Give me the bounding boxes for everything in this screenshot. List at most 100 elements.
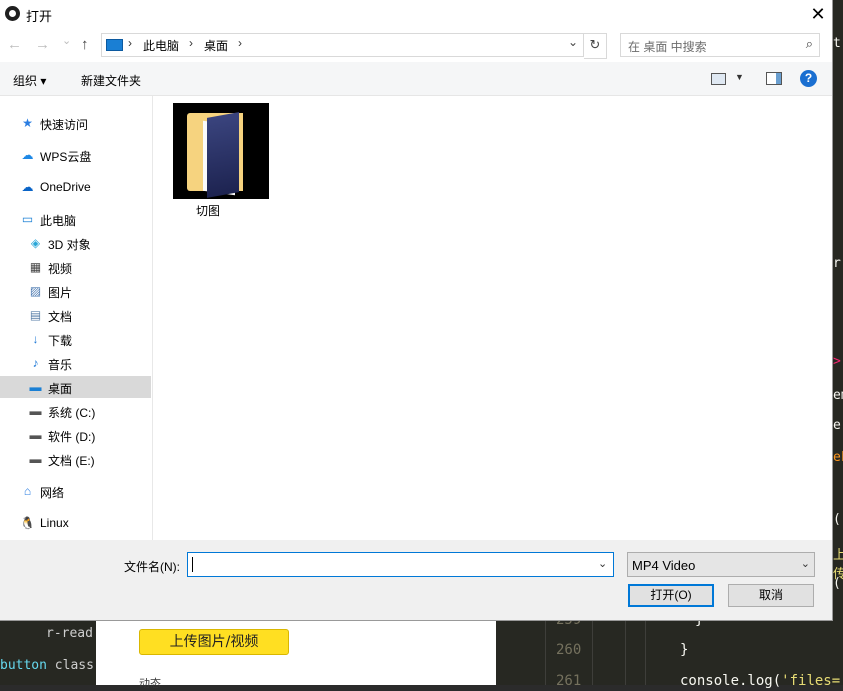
code-fragment: t. (833, 36, 843, 51)
folder-door-graphic (207, 112, 239, 198)
code-fragment: > (833, 354, 841, 369)
breadcrumb-desktop[interactable]: 桌面 (204, 37, 228, 54)
chevron-down-icon[interactable]: ▼ (735, 72, 744, 82)
organize-button[interactable]: 组织 ▾ (13, 72, 46, 89)
sidebar-item-label: OneDrive (40, 180, 91, 194)
sidebar-item-drive-d[interactable]: ▬ 软件 (D:) (0, 424, 151, 446)
preview-pane-icon[interactable] (766, 72, 782, 85)
address-bar[interactable]: › 此电脑 › 桌面 › ⌄ (101, 33, 584, 57)
search-icon[interactable]: ⌕ (806, 36, 813, 52)
sidebar-item-label: 软件 (D:) (48, 430, 96, 444)
breadcrumb-this-pc[interactable]: 此电脑 (143, 37, 179, 54)
text-caret (192, 557, 193, 572)
sidebar-item-music[interactable]: ♪ 音乐 (0, 352, 151, 374)
sidebar-item-network[interactable]: ⌂ 网络 (0, 480, 151, 502)
pictures-icon: ▨ (29, 284, 42, 298)
code-line: } (680, 642, 689, 658)
folder-thumbnail[interactable] (173, 103, 269, 199)
close-button[interactable]: ✕ (808, 4, 828, 24)
quick-access-icon: ★ (22, 116, 33, 130)
code-line: button class (0, 658, 94, 673)
code-fragment: ( (833, 576, 841, 591)
sidebar-item-label: 文档 (E:) (48, 454, 95, 468)
sidebar-item-drive-e[interactable]: ▬ 文档 (E:) (0, 448, 151, 470)
dialog-title: 打开 (26, 9, 53, 24)
file-type-value: MP4 Video (632, 558, 696, 573)
file-name-label[interactable]: 切图 (196, 202, 220, 219)
sidebar-item-label: 视频 (48, 262, 73, 276)
sidebar-item-quick-access[interactable]: ★ 快速访问 (0, 112, 151, 134)
wps-cloud-icon: ☁ (21, 148, 34, 162)
cancel-button[interactable]: 取消 (728, 584, 814, 607)
sidebar-item-label: 3D 对象 (48, 238, 91, 252)
3d-objects-icon: ◈ (30, 236, 41, 250)
sidebar-item-this-pc[interactable]: ▭ 此电脑 (0, 208, 151, 230)
drive-d-icon: ▬ (29, 428, 42, 442)
linux-icon: 🐧 (20, 516, 35, 530)
sidebar-item-label: 音乐 (48, 358, 73, 372)
chevron-down-icon[interactable]: ⌄ (598, 557, 607, 570)
sidebar-item-documents[interactable]: ▤ 文档 (0, 304, 151, 326)
this-pc-icon: ▭ (21, 212, 34, 226)
upload-media-button[interactable]: 上传图片/视频 (139, 629, 289, 655)
sidebar-item-pictures[interactable]: ▨ 图片 (0, 280, 151, 302)
back-arrow-icon[interactable]: ← (7, 36, 22, 53)
search-input[interactable]: 在 桌面 中搜索 ⌕ (620, 33, 820, 57)
sidebar-item-videos[interactable]: ▦ 视频 (0, 256, 151, 278)
dialog-titlebar: 打开 ✕ (0, 0, 832, 28)
sidebar-item-desktop[interactable]: ▬ 桌面 (0, 376, 151, 398)
sidebar-item-onedrive[interactable]: ☁ OneDrive (0, 176, 151, 198)
change-view-icon[interactable] (711, 73, 726, 85)
new-folder-button[interactable]: 新建文件夹 (81, 72, 141, 89)
code-call: console.log( (680, 673, 782, 689)
indent-guide (645, 620, 646, 685)
recent-locations-icon[interactable]: ⌄ (62, 34, 71, 47)
music-icon: ♪ (32, 356, 39, 370)
sidebar-item-wps-cloud[interactable]: ☁ WPS云盘 (0, 144, 151, 166)
breadcrumb-separator[interactable]: › (128, 36, 132, 50)
sidebar-item-label: 文档 (48, 310, 73, 324)
downloads-icon: ↓ (32, 332, 39, 346)
chevron-down-icon[interactable]: ⌄ (568, 35, 578, 49)
code-attr: class (46, 658, 94, 673)
forward-arrow-icon[interactable]: → (35, 36, 50, 53)
documents-icon: ▤ (29, 308, 42, 322)
search-placeholder: 在 桌面 中搜索 (628, 40, 707, 54)
line-number: 261 (556, 673, 582, 689)
indent-guide (625, 620, 626, 685)
breadcrumb-separator[interactable]: › (238, 36, 242, 50)
code-fragment: e (833, 418, 841, 433)
sidebar-item-label: 网络 (40, 486, 65, 500)
sidebar-item-label: 系统 (C:) (48, 406, 96, 420)
file-type-select[interactable]: MP4 Video ⌄ (627, 552, 815, 577)
command-toolbar: 组织 ▾ 新建文件夹 ▼ ? (0, 62, 832, 96)
sidebar-item-drive-c[interactable]: ▬ 系统 (C:) (0, 400, 151, 422)
filename-field[interactable] (187, 552, 614, 577)
filename-label: 文件名(N): (124, 560, 180, 574)
sidebar-item-linux[interactable]: 🐧 Linux (0, 512, 151, 534)
drive-e-icon: ▬ (29, 452, 42, 466)
open-button[interactable]: 打开(O) (628, 584, 714, 607)
code-fragment: r. (833, 256, 843, 271)
code-line: console.log('files= (680, 673, 840, 689)
editor-left-code: r-read button class (0, 620, 96, 685)
up-arrow-icon[interactable]: ↑ (81, 36, 89, 53)
sidebar-item-label: 此电脑 (40, 214, 77, 228)
code-fragment: ( (833, 512, 841, 527)
sidebar-item-label: WPS云盘 (40, 150, 92, 164)
sidebar-item-label: 桌面 (48, 382, 73, 396)
videos-icon: ▦ (29, 260, 42, 274)
sidebar-item-downloads[interactable]: ↓ 下载 (0, 328, 151, 350)
help-icon[interactable]: ? (800, 70, 817, 87)
onedrive-icon: ☁ (21, 180, 34, 194)
sidebar-item-label: Linux (40, 516, 69, 530)
refresh-button[interactable]: ↻ (584, 33, 607, 59)
indent-guide (592, 620, 593, 685)
sidebar-item-label: 快速访问 (40, 118, 89, 132)
app-icon (5, 6, 20, 21)
sidebar-item-3d-objects[interactable]: ◈ 3D 对象 (0, 232, 151, 254)
code-tag: button (0, 658, 47, 673)
code-fragment: eF (833, 450, 843, 465)
breadcrumb-separator[interactable]: › (189, 36, 193, 50)
line-number: 260 (556, 642, 582, 658)
